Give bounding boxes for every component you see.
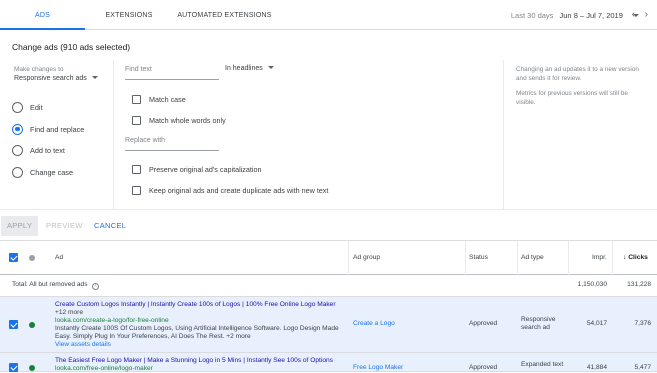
chevron-left-icon[interactable]: ‹	[632, 9, 635, 21]
chevron-down-icon	[267, 66, 274, 69]
impr-value: 41,884	[586, 364, 607, 371]
chevron-down-icon	[91, 76, 98, 79]
make-changes-label: Make changes to	[14, 66, 64, 73]
total-label: Total: All but removed ads?	[12, 281, 99, 290]
total-row: Total: All but removed ads? 1,150,030 13…	[0, 275, 657, 297]
keep-original-checkbox[interactable]: Keep original ads and create duplicate a…	[132, 184, 328, 196]
ad-headline[interactable]: The Easiest Free Logo Maker | Make a Stu…	[55, 357, 343, 365]
chevron-right-icon[interactable]: ›	[645, 9, 648, 21]
radio-find-and-replace[interactable]: Find and replace	[12, 122, 84, 136]
more-headlines: +12 more	[55, 309, 84, 316]
info-note-metrics: Metrics for previous versions will still…	[516, 90, 628, 106]
apply-button[interactable]: APPLY	[1, 216, 39, 236]
replace-with-input[interactable]: Replace with	[125, 135, 219, 151]
preserve-capitalization-checkbox[interactable]: Preserve original ad's capitalization	[132, 163, 261, 175]
radio-button-selected-icon	[12, 123, 23, 135]
panel-divider-right	[503, 60, 504, 210]
column-header-ad-group[interactable]: Ad group	[353, 241, 380, 275]
column-header-status[interactable]: Status	[469, 241, 488, 275]
make-changes-select[interactable]: Responsive search ads	[14, 75, 98, 82]
table-header: Ad Ad group Status Ad type Impr. ↓ Click…	[0, 241, 657, 275]
radio-label: Edit	[30, 102, 43, 112]
match-case-checkbox[interactable]: Match case	[132, 93, 186, 105]
tab-bar: ADS EXTENSIONS AUTOMATED EXTENSIONS Last…	[0, 0, 657, 30]
tab-ads[interactable]: ADS	[0, 0, 85, 30]
column-header-impr[interactable]: Impr.	[592, 241, 607, 275]
date-range-selector[interactable]: Last 30 days Jun 8 – Jul 7, 2019	[511, 0, 639, 30]
action-bar: APPLY PREVIEW CANCEL	[0, 211, 657, 241]
select-all-checkbox[interactable]	[9, 253, 18, 262]
status-value: Approved	[469, 320, 498, 327]
clicks-value: 5,477	[634, 364, 651, 371]
change-ads-panel: Change ads (910 ads selected) Make chang…	[0, 30, 657, 210]
checkbox-icon	[132, 115, 141, 125]
status-dot-icon	[29, 255, 35, 261]
help-icon[interactable]: ?	[91, 283, 99, 290]
match-whole-words-checkbox[interactable]: Match whole words only	[132, 114, 226, 126]
checkbox-label: Match whole words only	[149, 115, 226, 125]
ad-headline[interactable]: Create Custom Logos Instantly | Instantl…	[55, 301, 343, 317]
column-header-clicks[interactable]: ↓ Clicks	[623, 241, 648, 275]
ad-group-link[interactable]: Create a Logo	[353, 320, 395, 327]
radio-button-icon	[12, 101, 23, 113]
total-impr: 1,150,030	[577, 281, 607, 288]
row-checkbox[interactable]	[9, 363, 18, 372]
ad-type-value: Expanded text	[521, 361, 564, 368]
date-range-value: Jun 8 – Jul 7, 2019	[559, 11, 623, 20]
ad-group-link[interactable]: Free Logo Maker	[353, 364, 403, 371]
preview-button[interactable]: PREVIEW	[40, 216, 89, 236]
checkbox-label: Preserve original ad's capitalization	[149, 164, 262, 174]
total-label-text: Total: All but removed ads	[12, 281, 88, 288]
ad-preview: Create Custom Logos Instantly | Instantl…	[55, 301, 343, 349]
radio-button-icon	[12, 166, 23, 178]
date-range-label: Last 30 days	[510, 11, 554, 20]
ad-description: Instantly Create 100S Of Custom Logos, U…	[55, 325, 343, 341]
view-assets-link[interactable]: View assets details	[55, 341, 343, 349]
radio-button-icon	[12, 144, 23, 156]
cancel-button[interactable]: CANCEL	[88, 216, 132, 236]
status-dot-icon	[29, 322, 35, 328]
table-row[interactable]: The Easiest Free Logo Maker | Make a Stu…	[0, 353, 657, 372]
status-dot-icon	[29, 365, 35, 371]
status-value: Approved	[469, 364, 498, 371]
radio-edit[interactable]: Edit	[12, 100, 43, 114]
find-text-input[interactable]: Find text	[125, 64, 219, 80]
checkbox-label: Keep original ads and create duplicate a…	[149, 185, 329, 195]
more-descriptions: +2 more	[226, 333, 251, 340]
ad-headline-text: Create Custom Logos Instantly | Instantl…	[55, 301, 336, 308]
in-field-select[interactable]: In headlines	[225, 65, 274, 72]
clicks-value: 7,376	[634, 320, 651, 327]
radio-change-case[interactable]: Change case	[12, 165, 73, 179]
row-checkbox[interactable]	[9, 320, 18, 329]
checkbox-icon	[132, 94, 141, 104]
checkbox-icon	[132, 164, 141, 174]
panel-title: Change ads (910 ads selected)	[12, 42, 131, 52]
column-header-ad[interactable]: Ad	[55, 241, 63, 275]
table-row[interactable]: Create Custom Logos Instantly | Instantl…	[0, 297, 657, 353]
ad-type-value: Responsive search ad	[521, 316, 556, 331]
in-field-value: In headlines	[225, 65, 263, 72]
make-changes-value: Responsive search ads	[14, 75, 87, 82]
ad-preview: The Easiest Free Logo Maker | Make a Stu…	[55, 357, 343, 373]
panel-divider	[113, 60, 114, 210]
radio-label: Change case	[30, 167, 74, 177]
radio-label: Find and replace	[30, 124, 85, 134]
checkbox-icon	[132, 185, 141, 195]
ad-description-text: Instantly Create 100S Of Custom Logos, U…	[55, 325, 339, 340]
clicks-header-label: Clicks	[628, 254, 648, 261]
info-note-review: Changing an ad updates it to a new versi…	[516, 66, 639, 82]
checkbox-label: Match case	[149, 94, 186, 104]
ad-url: looka.com/create-a-logo/for-free-online	[55, 317, 169, 324]
radio-add-to-text[interactable]: Add to text	[12, 143, 65, 157]
column-header-ad-type[interactable]: Ad type	[521, 241, 544, 275]
total-clicks: 131,228	[627, 281, 651, 288]
impr-value: 54,017	[586, 320, 607, 327]
radio-label: Add to text	[30, 145, 65, 155]
tab-extensions[interactable]: EXTENSIONS	[85, 0, 173, 30]
sort-arrow-icon: ↓	[623, 254, 627, 261]
tab-automated-extensions[interactable]: AUTOMATED EXTENSIONS	[173, 0, 276, 30]
